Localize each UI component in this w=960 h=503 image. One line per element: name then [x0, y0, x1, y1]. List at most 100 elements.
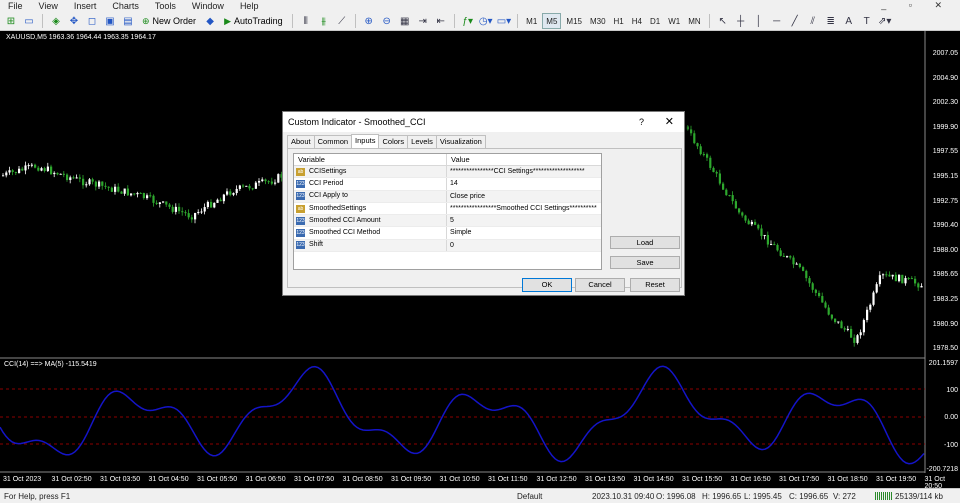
- candle-body: [14, 171, 17, 174]
- candlestick-icon[interactable]: ⫵: [316, 13, 332, 29]
- menu-view[interactable]: View: [31, 0, 66, 12]
- equidistant-channel-icon[interactable]: ⫽: [805, 13, 821, 29]
- time-tick-label: 31 Oct 16:50: [730, 476, 771, 483]
- zoom-out-icon[interactable]: ⊖: [379, 13, 395, 29]
- param-row[interactable]: 123 CCI Period 14: [294, 178, 601, 191]
- timeframe-h4[interactable]: H4: [629, 13, 645, 29]
- timeframe-m5[interactable]: M5: [542, 13, 562, 29]
- vertical-line-icon[interactable]: │: [751, 13, 767, 29]
- market-watch-icon[interactable]: ◈: [48, 13, 64, 29]
- templates-icon[interactable]: ▭▾: [496, 13, 512, 29]
- param-value[interactable]: 5: [447, 215, 597, 226]
- candle-body: [142, 192, 145, 199]
- candle-body: [123, 188, 126, 194]
- label-icon[interactable]: T: [859, 13, 875, 29]
- chart-shift-icon[interactable]: ⇤: [433, 13, 449, 29]
- periods-icon[interactable]: ◷▾: [478, 13, 494, 29]
- timeframe-h1[interactable]: H1: [611, 13, 627, 29]
- text-icon[interactable]: A: [841, 13, 857, 29]
- time-tick-label: 31 Oct 04:50: [148, 476, 189, 483]
- menu-file[interactable]: File: [0, 0, 31, 12]
- window-controls[interactable]: _ ▫ ✕: [881, 0, 952, 11]
- autotrading-button[interactable]: ▶ AutoTrading: [220, 13, 287, 29]
- load-button[interactable]: Load: [610, 236, 680, 249]
- param-value[interactable]: Close price: [447, 191, 597, 202]
- tab-visualization[interactable]: Visualization: [435, 135, 486, 148]
- candle-body: [59, 173, 62, 175]
- param-rows: ab CCISettings ****************CCI Setting…: [294, 166, 601, 253]
- timeframe-m15[interactable]: M15: [563, 13, 585, 29]
- param-row[interactable]: 123 CCI Apply to Close price: [294, 190, 601, 203]
- param-row[interactable]: ab SmoothedSettings *****************Smoot…: [294, 202, 601, 216]
- toolbar-divider: [517, 14, 519, 28]
- profiles-icon[interactable]: ▭: [21, 13, 37, 29]
- indicators-icon[interactable]: ƒ▾: [460, 13, 476, 29]
- timeframe-d1[interactable]: D1: [647, 13, 663, 29]
- menu-window[interactable]: Window: [184, 0, 232, 12]
- param-value[interactable]: 14: [447, 178, 597, 189]
- candle-body: [62, 173, 65, 175]
- menu-help[interactable]: Help: [232, 0, 267, 12]
- terminal-icon[interactable]: ▣: [102, 13, 118, 29]
- candle-body: [37, 167, 40, 171]
- strategy-tester-icon[interactable]: ▤: [120, 13, 136, 29]
- timeframe-w1[interactable]: W1: [665, 13, 683, 29]
- param-row[interactable]: 123 Smoothed CCI Method Simple: [294, 227, 601, 240]
- tab-common[interactable]: Common: [313, 135, 353, 148]
- meta-editor-icon[interactable]: ◆: [202, 13, 218, 29]
- menu-insert[interactable]: Insert: [66, 0, 105, 12]
- candle-body: [136, 192, 139, 195]
- candle-body: [130, 193, 133, 196]
- tab-levels[interactable]: Levels: [407, 135, 437, 148]
- timeframe-m1[interactable]: M1: [523, 13, 540, 29]
- line-chart-icon[interactable]: ⟋: [334, 13, 350, 29]
- menu-charts[interactable]: Charts: [104, 0, 147, 12]
- crosshair-icon[interactable]: ┼: [733, 13, 749, 29]
- candle-body: [248, 185, 251, 189]
- data-window-icon[interactable]: ✥: [66, 13, 82, 29]
- candle-body: [882, 274, 885, 276]
- help-button[interactable]: ?: [639, 112, 644, 132]
- ok-button[interactable]: OK: [522, 278, 572, 292]
- timeframe-m30[interactable]: M30: [587, 13, 609, 29]
- candle-body: [818, 292, 821, 297]
- menu-tools[interactable]: Tools: [147, 0, 184, 12]
- cancel-button[interactable]: Cancel: [575, 278, 625, 292]
- timeframe-mn[interactable]: MN: [685, 13, 703, 29]
- cursor-icon[interactable]: ↖: [715, 13, 731, 29]
- trendline-icon[interactable]: ╱: [787, 13, 803, 29]
- navigator-icon[interactable]: ◻: [84, 13, 100, 29]
- arrows-icon[interactable]: ⇗▾: [877, 13, 893, 29]
- param-value[interactable]: *****************Smoothed CCI Settings**…: [447, 203, 597, 214]
- candle-body: [82, 178, 85, 186]
- tile-windows-icon[interactable]: ▦: [397, 13, 413, 29]
- tab-about[interactable]: About: [287, 135, 315, 148]
- autoscroll-icon[interactable]: ⇥: [415, 13, 431, 29]
- horizontal-line-icon[interactable]: ─: [769, 13, 785, 29]
- param-row[interactable]: 123 Shift 0: [294, 239, 601, 253]
- tab-colors[interactable]: Colors: [378, 135, 409, 148]
- candle-body: [226, 191, 229, 195]
- bar-chart-icon[interactable]: ⫴: [298, 13, 314, 29]
- candle-body: [747, 220, 750, 225]
- close-icon[interactable]: ✕: [665, 112, 674, 132]
- candle-body: [66, 174, 69, 180]
- tab-inputs[interactable]: Inputs: [351, 134, 380, 148]
- zoom-in-icon[interactable]: ⊕: [361, 13, 377, 29]
- time-tick-label: 31 Oct 10:50: [439, 476, 480, 483]
- candle-body: [206, 201, 209, 208]
- reset-button[interactable]: Reset: [630, 278, 680, 292]
- new-order-button[interactable]: ⊕ New Order: [138, 13, 200, 29]
- fibonacci-icon[interactable]: ≣: [823, 13, 839, 29]
- status-close: C: 1996.65: [789, 492, 829, 501]
- grid-header: Variable Value: [294, 154, 601, 166]
- param-value[interactable]: Simple: [447, 227, 597, 238]
- param-row[interactable]: ab CCISettings ****************CCI Setting…: [294, 166, 601, 179]
- save-button[interactable]: Save: [610, 256, 680, 269]
- param-value[interactable]: 0: [447, 240, 597, 251]
- param-row[interactable]: 123 Smoothed CCI Amount 5: [294, 215, 601, 228]
- param-value[interactable]: ****************CCI Settings************…: [447, 166, 597, 177]
- candle-body: [107, 186, 110, 188]
- candle-body: [830, 314, 833, 319]
- new-chart-icon[interactable]: ⊞: [3, 13, 19, 29]
